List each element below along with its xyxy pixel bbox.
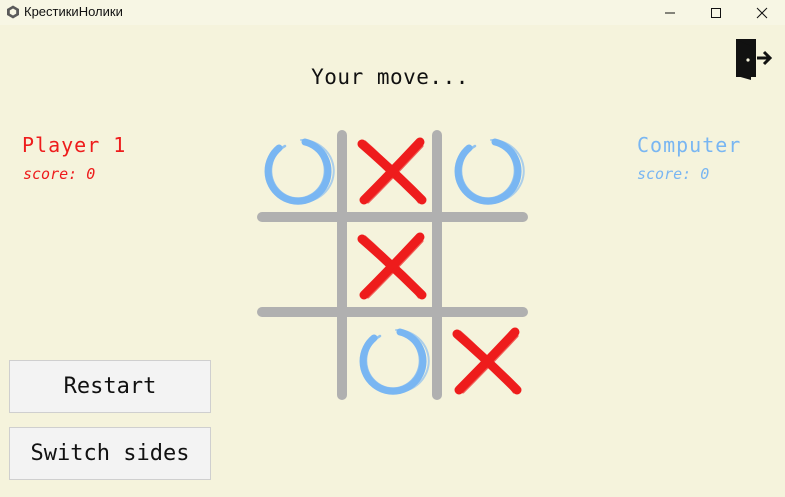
maximize-button[interactable] <box>693 0 739 25</box>
x-mark <box>357 232 427 300</box>
exit-door-icon <box>736 39 773 80</box>
board-cell-2 <box>352 132 432 212</box>
grid-line-h1 <box>257 212 528 222</box>
board-cell-3 <box>447 132 527 212</box>
app-icon <box>7 5 19 19</box>
maximize-icon <box>711 7 721 18</box>
game-area: Your move... Player 1 score: 0 Computer … <box>0 25 785 497</box>
x-mark <box>452 327 522 395</box>
exit-button[interactable] <box>735 38 775 82</box>
board-cell-4[interactable] <box>257 227 337 307</box>
board-cell-5 <box>352 227 432 307</box>
minimize-icon <box>665 12 675 13</box>
switch-sides-button[interactable]: Switch sides <box>9 427 211 480</box>
o-mark <box>359 328 430 395</box>
board-cell-6[interactable] <box>447 227 527 307</box>
status-message: Your move... <box>311 65 469 89</box>
board-cell-8 <box>352 322 432 402</box>
minimize-button[interactable] <box>647 0 693 25</box>
title-bar: КрестикиНолики <box>0 0 785 25</box>
computer-name: Computer <box>637 133 742 157</box>
grid-line-v2 <box>432 130 442 400</box>
window-title: КрестикиНолики <box>24 4 123 19</box>
player1-name: Player 1 <box>22 133 127 157</box>
grid-line-h2 <box>257 307 528 317</box>
close-button[interactable] <box>739 0 785 25</box>
board-cell-1 <box>257 132 337 212</box>
close-icon <box>756 7 768 18</box>
board-cell-9 <box>447 322 527 402</box>
grid-line-v1 <box>337 130 347 400</box>
o-mark <box>454 138 525 205</box>
game-board <box>255 130 530 400</box>
computer-score: score: 0 <box>637 165 710 183</box>
board-cell-7[interactable] <box>257 322 337 402</box>
o-mark <box>264 138 335 205</box>
x-mark <box>357 137 427 205</box>
player1-score: score: 0 <box>23 165 96 183</box>
restart-button[interactable]: Restart <box>9 360 211 413</box>
